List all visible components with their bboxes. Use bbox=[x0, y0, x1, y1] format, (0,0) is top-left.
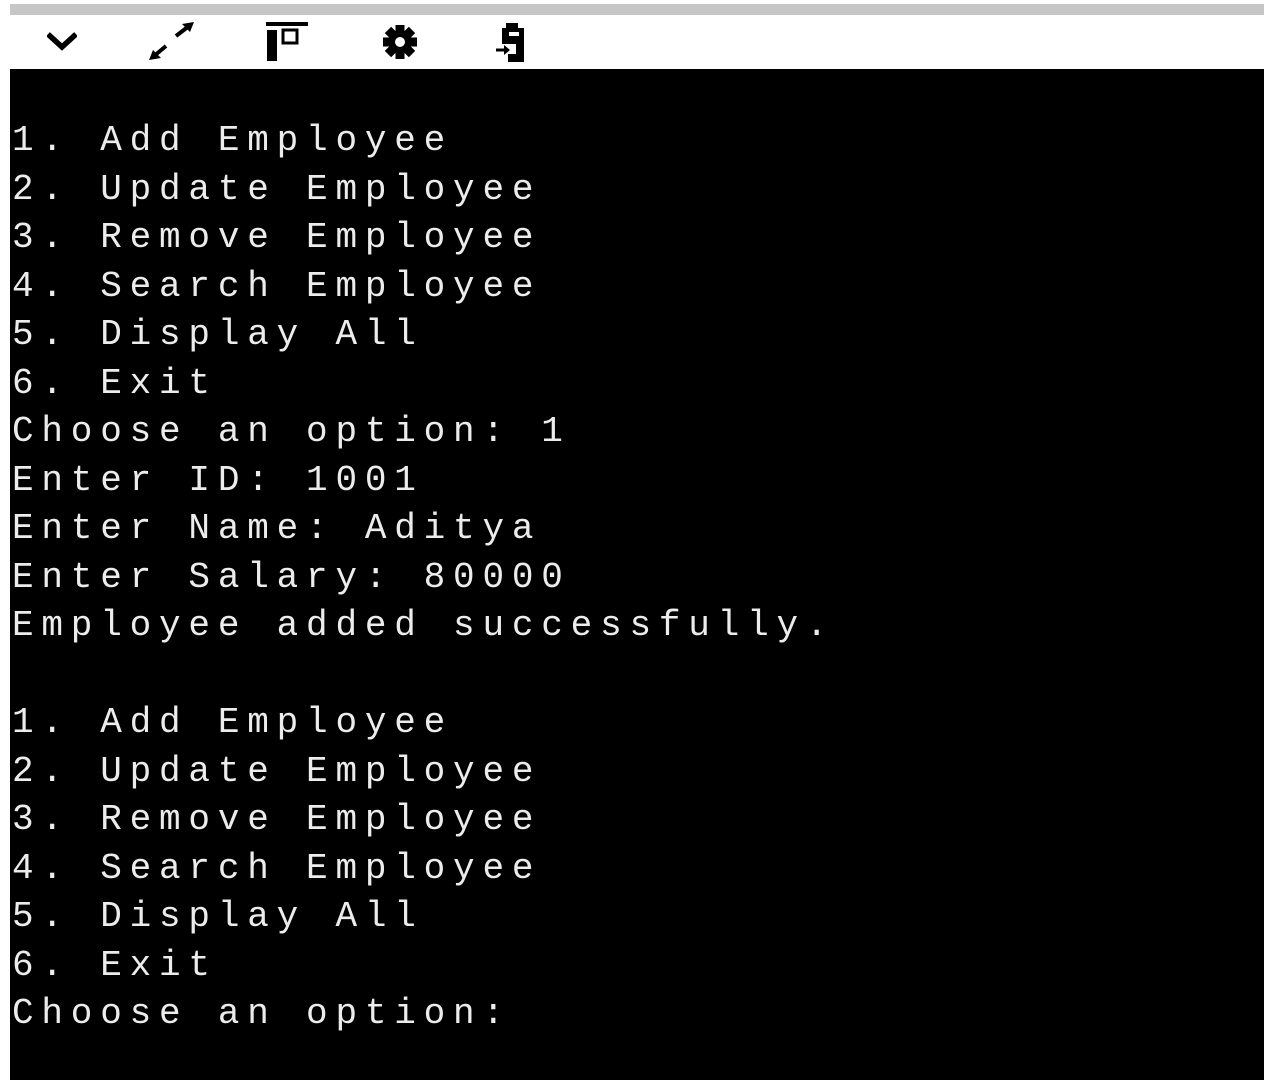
console-line: 2. Update Employee bbox=[12, 750, 542, 792]
console-prompt[interactable]: Choose an option: bbox=[12, 990, 835, 1039]
console-line: Enter Name: Aditya bbox=[12, 508, 542, 549]
console-line: Enter ID: 1001 bbox=[12, 459, 424, 501]
send-button[interactable] bbox=[486, 15, 542, 69]
expand-button[interactable] bbox=[144, 15, 200, 69]
settings-button[interactable] bbox=[372, 15, 428, 69]
expand-arrows-icon bbox=[144, 18, 200, 66]
console-line: 4. Search Employee bbox=[12, 847, 542, 889]
console-line: Employee added successfully. bbox=[12, 605, 836, 646]
console-output[interactable]: 1. Add Employee 2. Update Employee 3. Re… bbox=[10, 69, 1264, 1080]
toolbar bbox=[0, 15, 1264, 69]
collapse-button[interactable] bbox=[34, 15, 90, 69]
console-line: 3. Remove Employee bbox=[12, 217, 542, 258]
console-line: 1. Add Employee bbox=[12, 120, 454, 161]
console-line: 1. Add Employee bbox=[12, 702, 454, 743]
console-line: 2. Update Employee bbox=[12, 168, 542, 210]
console-line: 5. Display All bbox=[12, 896, 424, 937]
top-strip bbox=[10, 4, 1264, 15]
console-line: 6. Exit bbox=[12, 944, 218, 986]
console-line: 4. Search Employee bbox=[12, 265, 542, 307]
console-line: Enter Salary: 80000 bbox=[12, 556, 571, 598]
console-line: 6. Exit bbox=[12, 362, 218, 404]
console-line: 5. Display All bbox=[12, 314, 424, 355]
chevron-down-icon bbox=[47, 31, 77, 53]
gear-icon bbox=[380, 22, 420, 62]
console-lines: 1. Add Employee 2. Update Employee 3. Re… bbox=[12, 117, 835, 1039]
console-line: Choose an option: 1 bbox=[12, 411, 571, 452]
console-line: 3. Remove Employee bbox=[12, 799, 542, 840]
panel-layout-icon bbox=[262, 20, 310, 64]
app-window: 1. Add Employee 2. Update Employee 3. Re… bbox=[0, 0, 1264, 1080]
clipboard-import-icon bbox=[492, 20, 536, 64]
layout-button[interactable] bbox=[258, 15, 314, 69]
